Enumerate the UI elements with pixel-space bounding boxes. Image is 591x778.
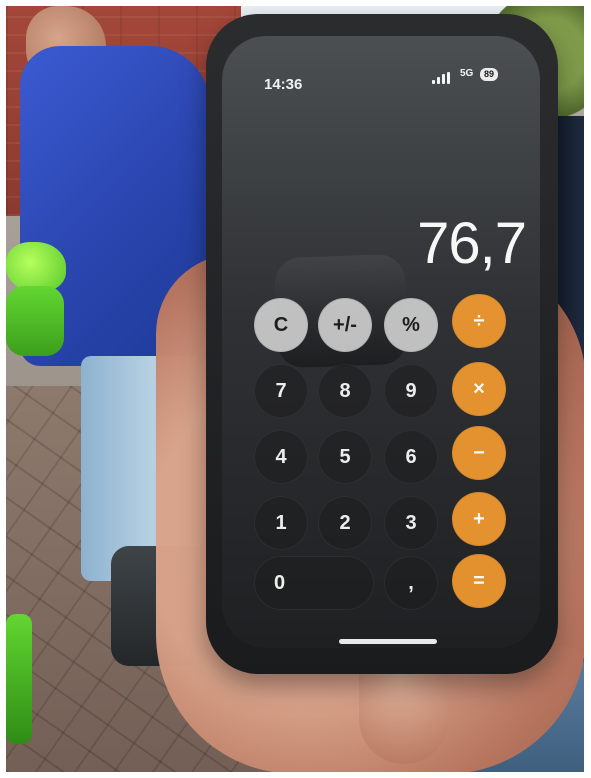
- calculator-display: 76,7: [417, 211, 527, 276]
- clear-button[interactable]: C: [254, 298, 308, 352]
- status-time: 14:36: [264, 76, 303, 93]
- plus-button[interactable]: +: [452, 492, 506, 546]
- digit-7-button[interactable]: 7: [254, 364, 308, 418]
- digit-4-button[interactable]: 4: [254, 430, 308, 484]
- percent-button[interactable]: %: [384, 298, 438, 352]
- digit-3-button[interactable]: 3: [384, 496, 438, 550]
- minus-button[interactable]: −: [452, 426, 506, 480]
- multiply-button[interactable]: ×: [452, 362, 506, 416]
- home-indicator[interactable]: [339, 639, 437, 644]
- photo-scene: 14:36 5G 89 76,7 C +/- % ÷ 7 8 9 × 4 5 6…: [6, 6, 584, 772]
- green-bag: [6, 286, 64, 356]
- green-glove: [6, 242, 66, 292]
- digit-9-button[interactable]: 9: [384, 364, 438, 418]
- green-bag-lower: [6, 614, 32, 744]
- digit-5-button[interactable]: 5: [318, 430, 372, 484]
- sign-toggle-button[interactable]: +/-: [318, 298, 372, 352]
- divide-button[interactable]: ÷: [452, 294, 506, 348]
- battery-icon: 89: [480, 68, 499, 81]
- digit-1-button[interactable]: 1: [254, 496, 308, 550]
- signal-icon: [432, 72, 450, 84]
- status-icons: 5G 89: [432, 66, 522, 90]
- equals-button[interactable]: =: [452, 554, 506, 608]
- digit-2-button[interactable]: 2: [318, 496, 372, 550]
- digit-8-button[interactable]: 8: [318, 364, 372, 418]
- network-label: 5G: [460, 68, 474, 79]
- digit-6-button[interactable]: 6: [384, 430, 438, 484]
- digit-0-button[interactable]: 0: [254, 556, 374, 610]
- decimal-comma-button[interactable]: ,: [384, 556, 438, 610]
